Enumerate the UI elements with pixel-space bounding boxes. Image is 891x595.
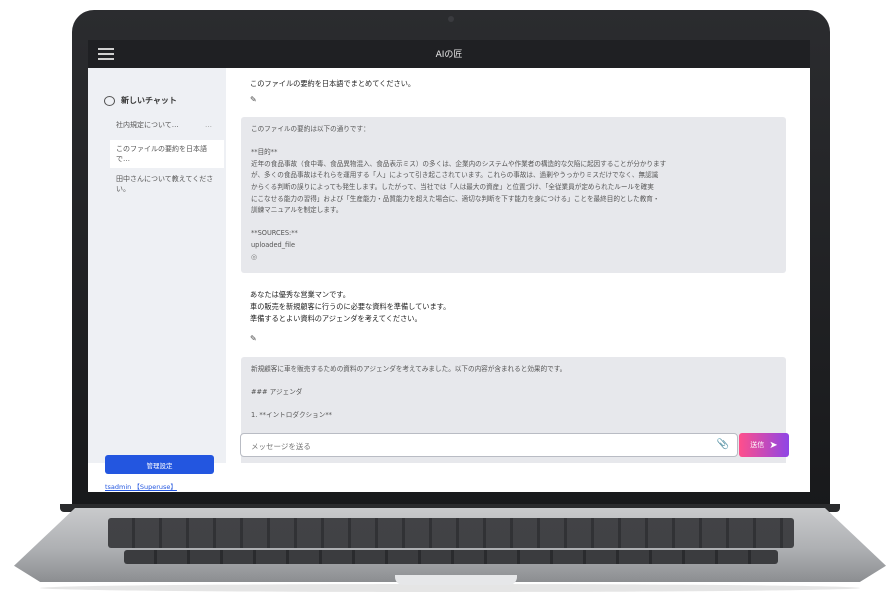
user-message: あなたは優秀な営業マンです。 車の販売を新規顧客に行うのに必要な資料を準備してい… — [250, 290, 451, 323]
message-input-box[interactable]: 📎 — [240, 433, 738, 457]
sidebar-item-file-summary[interactable]: このファイルの要約を日本語で… — [110, 140, 224, 168]
sidebar-item-label: 社内規定について… — [116, 121, 179, 129]
assistant-message-text: 新規顧客に車を販売するための資料のアジェンダを考えてみました。以下の内容が含まれ… — [251, 365, 567, 420]
copy-icon[interactable]: ◎ — [251, 253, 257, 261]
top-bar: AIの匠 — [88, 40, 810, 68]
pencil-icon[interactable]: ✎ — [250, 334, 257, 343]
user-message: このファイルの要約を日本語でまとめてください。 — [250, 79, 416, 88]
sidebar-item-label: 田中さんについて教えてください。 — [116, 175, 214, 193]
admin-settings-button[interactable]: 管理設定 — [105, 455, 214, 474]
chat-area: このファイルの要約を日本語でまとめてください。 ✎ このファイルの要約は以下の通… — [226, 68, 810, 463]
more-icon[interactable]: … — [205, 120, 212, 130]
arrow-right-icon: ➤ — [769, 439, 778, 451]
assistant-message: このファイルの要約は以下の通りです： **目的** 近年の食品事故（食中毒、食品… — [241, 117, 786, 273]
user-link[interactable]: tsadmin 【Superuse】 — [105, 481, 177, 491]
sidebar-item-label: このファイルの要約を日本語で… — [116, 145, 207, 163]
trackpad-notch — [395, 575, 517, 585]
send-label: 送信 — [750, 441, 765, 449]
assistant-message-text: このファイルの要約は以下の通りです： **目的** 近年の食品事故（食中毒、食品… — [251, 125, 667, 249]
chat-bubble-icon — [104, 95, 115, 106]
pencil-icon[interactable]: ✎ — [250, 95, 257, 104]
sidebar: 新しいチャット 社内規定について… … このファイルの要約を日本語で… 田中さん… — [88, 68, 226, 491]
sidebar-item-company-rules[interactable]: 社内規定について… … — [116, 120, 216, 130]
paperclip-icon[interactable]: 📎 — [717, 439, 729, 450]
app-screen: AIの匠 新しいチャット 社内規定について… … このファイルの要約を日本語で…… — [88, 40, 810, 492]
camera — [448, 16, 454, 22]
keyboard-row — [124, 550, 778, 564]
sidebar-item-tanaka[interactable]: 田中さんについて教えてください。 — [116, 174, 216, 194]
send-button[interactable]: 送信 ➤ — [739, 433, 789, 457]
new-chat-label: 新しいチャット — [121, 96, 177, 105]
message-input[interactable] — [249, 437, 713, 455]
keyboard — [108, 518, 794, 548]
laptop-shadow — [40, 584, 860, 592]
new-chat-button[interactable]: 新しいチャット — [104, 95, 177, 106]
app-title: AIの匠 — [435, 50, 463, 60]
